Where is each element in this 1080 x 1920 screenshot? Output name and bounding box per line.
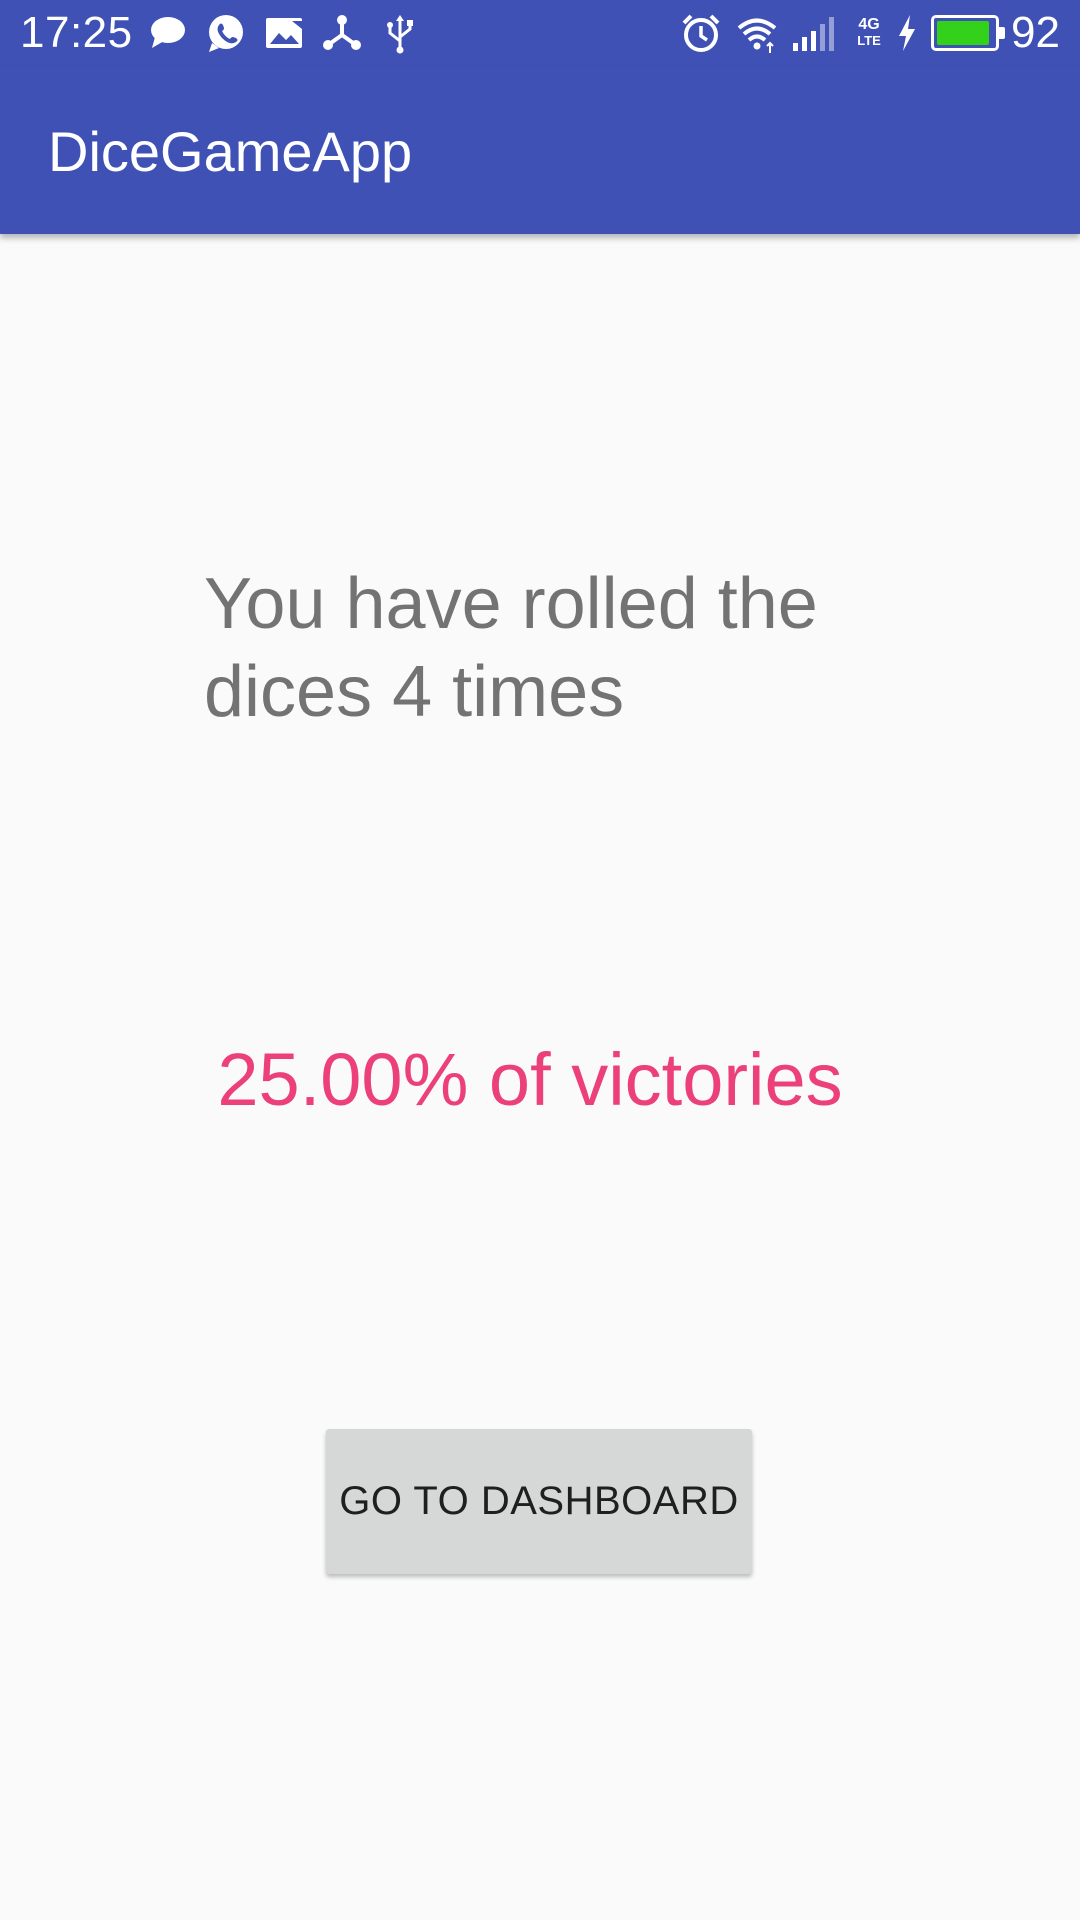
4g-lte-icon: 4G LTE: [855, 17, 883, 49]
status-bar: 17:25 4G LTE 92: [0, 0, 1080, 66]
system-icons: 4G LTE 92: [679, 8, 1060, 58]
signal-icon: [791, 11, 843, 55]
network-type-label: 4G: [858, 16, 880, 33]
go-to-dashboard-button[interactable]: GO TO DASHBOARD: [326, 1429, 752, 1574]
app-bar: DiceGameApp: [0, 66, 1080, 234]
battery-fill: [937, 21, 990, 45]
notification-icons: [146, 10, 422, 56]
wifi-icon: [735, 11, 779, 55]
battery-icon: [931, 15, 1006, 51]
share-icon: [320, 11, 364, 55]
status-time: 17:25: [20, 8, 133, 57]
chat-bubble-icon: [146, 11, 190, 55]
network-subtype-label: LTE: [857, 33, 881, 48]
whatsapp-icon: [204, 11, 248, 55]
usb-icon: [378, 11, 422, 55]
alarm-icon: [679, 11, 723, 55]
victory-percentage-text: 25.00% of victories: [217, 1038, 843, 1121]
charging-icon: [895, 11, 919, 55]
app-title: DiceGameApp: [48, 120, 413, 183]
battery-percent: 92: [1011, 8, 1060, 57]
rolled-count-text: You have rolled the dices 4 times: [204, 564, 818, 732]
image-icon: [262, 11, 306, 55]
